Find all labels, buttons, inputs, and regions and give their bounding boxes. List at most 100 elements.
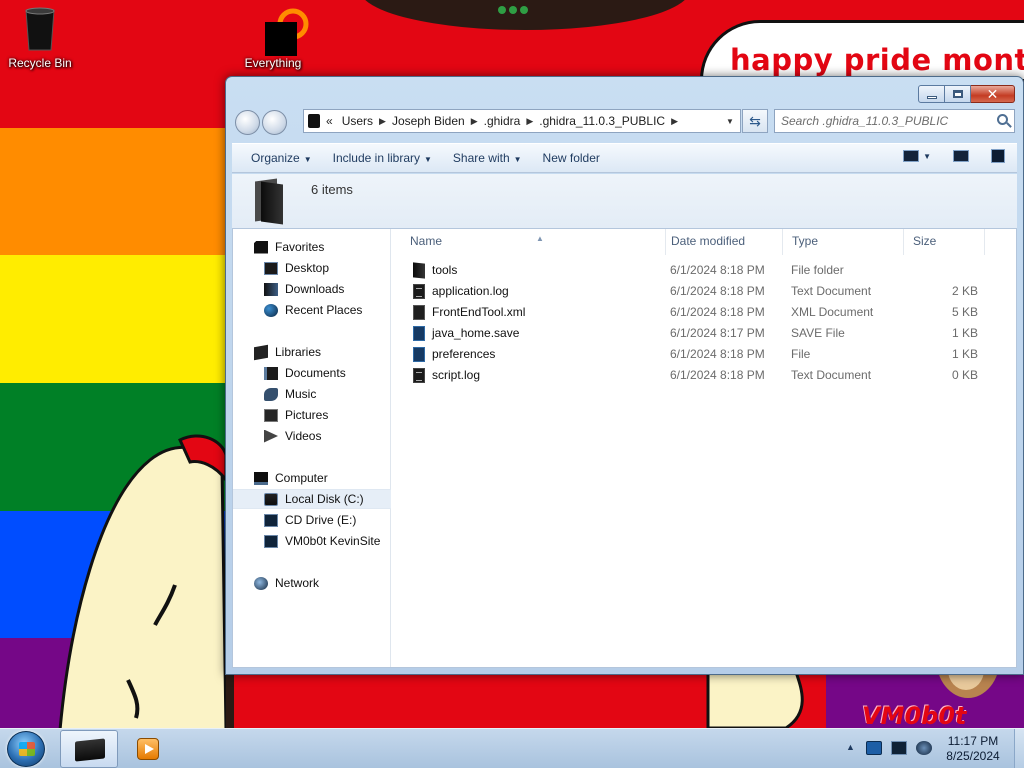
column-size[interactable]: Size	[905, 229, 985, 255]
pictures-icon	[264, 408, 278, 422]
explorer-icon	[75, 738, 105, 762]
preview-pane-icon[interactable]	[953, 150, 969, 162]
address-history-dropdown[interactable]: ▼	[720, 110, 740, 132]
start-button[interactable]	[7, 731, 45, 767]
file-date: 6/1/2024 8:18 PM	[670, 347, 765, 361]
documents-icon	[264, 366, 278, 380]
breadcrumb-arrow-icon[interactable]: ▶	[471, 116, 478, 127]
minimize-button[interactable]	[918, 85, 945, 103]
nav-favorites[interactable]: Favorites	[233, 237, 391, 257]
media-player-icon	[137, 738, 159, 760]
nav-network[interactable]: Network	[233, 573, 391, 593]
file-row[interactable]: FrontEndTool.xml 6/1/2024 8:18 PM XML Do…	[392, 302, 1016, 323]
show-hidden-icons-button[interactable]: ▲	[846, 742, 855, 752]
nav-computer[interactable]: Computer	[233, 468, 391, 488]
cartoon-eyes	[498, 6, 528, 16]
taskbar: ▲ 11:17 PM 8/25/2024	[0, 728, 1024, 768]
explorer-window[interactable]: ✕ « Users ▶ Joseph Biden ▶ .ghidra ▶ .gh…	[225, 76, 1024, 675]
search-input[interactable]	[781, 111, 991, 131]
volume-tray-icon[interactable]	[916, 741, 932, 755]
folder-info-bar: 6 items	[232, 174, 1017, 228]
favorites-star-icon	[254, 240, 268, 254]
change-view-icon[interactable]	[903, 150, 920, 162]
share-with-menu[interactable]: Share with ▼	[444, 151, 531, 165]
close-icon: ✕	[986, 85, 999, 102]
address-bar[interactable]: « Users ▶ Joseph Biden ▶ .ghidra ▶ .ghid…	[303, 109, 741, 133]
videos-icon	[264, 429, 278, 443]
cd-drive-icon	[264, 513, 278, 527]
taskbar-media-player-button[interactable]	[128, 730, 168, 768]
breadcrumb-arrow-icon[interactable]: ▶	[526, 116, 533, 127]
file-row[interactable]: tools 6/1/2024 8:18 PM File folder	[392, 260, 1016, 281]
nav-downloads[interactable]: Downloads	[233, 279, 391, 299]
refresh-button[interactable]: ⇆	[742, 109, 768, 133]
desktop-icon-recycle-bin[interactable]: Recycle Bin	[0, 6, 80, 70]
file-name: java_home.save	[432, 326, 520, 340]
nav-music[interactable]: Music	[233, 384, 391, 404]
file-name: preferences	[432, 347, 496, 361]
breadcrumb-joseph-biden[interactable]: Joseph Biden	[392, 114, 465, 128]
nav-label: Videos	[285, 429, 322, 443]
minimize-icon	[926, 95, 937, 99]
taskbar-clock[interactable]: 11:17 PM 8/25/2024	[940, 734, 1006, 764]
nav-pictures[interactable]: Pictures	[233, 405, 391, 425]
column-type[interactable]: Type	[784, 229, 904, 255]
forward-button[interactable]	[262, 110, 287, 135]
file-date: 6/1/2024 8:18 PM	[670, 263, 765, 277]
breadcrumb-arrow-icon[interactable]: ▶	[671, 116, 678, 127]
breadcrumb-overflow[interactable]: «	[326, 114, 333, 128]
column-date-modified[interactable]: Date modified	[663, 229, 783, 255]
xml-file-icon	[413, 305, 425, 320]
nav-label: Favorites	[275, 240, 325, 254]
nav-local-disk[interactable]: Local Disk (C:)	[233, 489, 391, 509]
breadcrumb-ghidra[interactable]: .ghidra	[484, 114, 521, 128]
nav-libraries[interactable]: Libraries	[233, 342, 391, 362]
sort-ascending-icon: ▲	[536, 234, 544, 243]
nav-label: Network	[275, 576, 320, 590]
maximize-button[interactable]	[945, 85, 971, 103]
nav-label: Libraries	[275, 345, 322, 359]
nav-label: Desktop	[285, 261, 330, 275]
search-box[interactable]	[774, 109, 1015, 133]
nav-network-drive[interactable]: VM0b0t KevinSite	[233, 531, 391, 551]
desktop-icon-everything[interactable]: Everything	[233, 6, 313, 70]
back-button[interactable]	[235, 110, 260, 135]
help-icon[interactable]	[991, 149, 1005, 163]
nav-cd-drive[interactable]: CD Drive (E:)	[233, 510, 391, 530]
breadcrumb-users[interactable]: Users	[342, 114, 373, 128]
file-size: 1 KB	[951, 326, 978, 340]
nav-documents[interactable]: Documents	[233, 363, 391, 383]
pride-banner-text: happy pride month	[730, 43, 1024, 77]
taskbar-explorer-button[interactable]	[60, 730, 118, 768]
file-date: 6/1/2024 8:17 PM	[670, 326, 765, 340]
nav-desktop[interactable]: Desktop	[233, 258, 391, 278]
clock-time: 11:17 PM	[947, 734, 999, 748]
share-with-label: Share with	[452, 151, 510, 165]
vm0b0t-watermark: VM0b0t	[862, 702, 967, 730]
file-row[interactable]: application.log 6/1/2024 8:18 PM Text Do…	[392, 281, 1016, 302]
back-forward-buttons	[235, 110, 287, 136]
include-in-library-menu[interactable]: Include in library ▼	[324, 151, 441, 165]
breadcrumb-ghidra-public[interactable]: .ghidra_11.0.3_PUBLIC	[539, 114, 665, 128]
new-folder-button[interactable]: New folder	[534, 151, 609, 165]
file-row[interactable]: preferences 6/1/2024 8:18 PM File 1 KB	[392, 344, 1016, 365]
file-row[interactable]: script.log 6/1/2024 8:18 PM Text Documen…	[392, 365, 1016, 386]
nav-recent-places[interactable]: Recent Places	[233, 300, 391, 320]
show-desktop-button[interactable]	[1014, 729, 1024, 768]
organize-menu[interactable]: Organize ▼	[242, 151, 321, 165]
file-row[interactable]: java_home.save 6/1/2024 8:17 PM SAVE Fil…	[392, 323, 1016, 344]
network-tray-icon[interactable]	[891, 741, 907, 755]
breadcrumb-arrow-icon[interactable]: ▶	[379, 116, 386, 127]
search-icon[interactable]	[997, 114, 1008, 125]
file-type: File	[791, 347, 811, 361]
column-name[interactable]: Name ▲	[402, 229, 666, 255]
chevron-down-icon[interactable]: ▼	[923, 152, 931, 161]
file-size: 0 KB	[951, 368, 978, 382]
nav-videos[interactable]: Videos	[233, 426, 391, 446]
file-size: 2 KB	[951, 284, 978, 298]
refresh-icon: ⇆	[749, 112, 761, 129]
file-date: 6/1/2024 8:18 PM	[670, 284, 765, 298]
close-button[interactable]: ✕	[971, 85, 1015, 103]
tray-app-icon[interactable]	[866, 741, 882, 755]
chevron-down-icon: ▼	[424, 155, 432, 164]
